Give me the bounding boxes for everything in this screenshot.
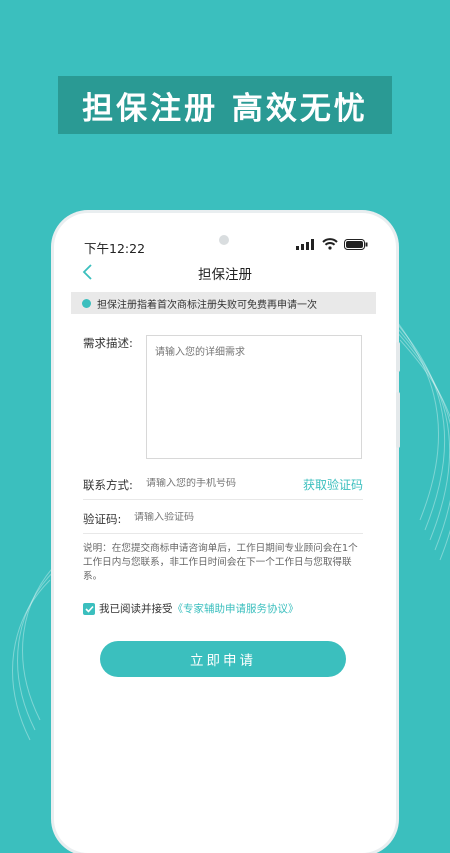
camera-icon xyxy=(219,235,229,245)
phone-side-button xyxy=(396,392,400,448)
apply-now-button[interactable]: 立即申请 xyxy=(100,641,346,677)
wifi-icon xyxy=(322,238,338,250)
notice-bar: 担保注册指着首次商标注册失败可免费再申请一次 xyxy=(71,292,376,314)
promo-banner: 担保注册 高效无忧 xyxy=(58,76,392,134)
agreement-row: 我已阅读并接受 《专家辅助申请服务协议》 xyxy=(83,601,299,616)
phone-side-button xyxy=(396,342,400,372)
contact-label: 联系方式: xyxy=(83,478,133,492)
agreement-checkbox[interactable] xyxy=(83,602,95,615)
page-title: 担保注册 xyxy=(198,267,252,283)
agreement-text: 我已阅读并接受 xyxy=(99,603,173,615)
signal-icon xyxy=(296,238,314,250)
banner-title: 担保注册 高效无忧 xyxy=(82,90,368,127)
check-icon xyxy=(84,605,94,613)
note-text: 说明：在您提交商标申请咨询单后，工作日期间专业顾问会在1个工作日内与您联系，非工… xyxy=(83,543,358,582)
divider xyxy=(83,533,363,534)
status-time: 下午12:22 xyxy=(84,241,146,256)
phone-input[interactable] xyxy=(146,478,296,489)
agreement-link[interactable]: 《专家辅助申请服务协议》 xyxy=(173,601,299,616)
divider xyxy=(83,499,363,500)
apply-now-label: 立即申请 xyxy=(190,653,256,669)
app-screen: 下午12:22 担保注册 担保注册指着首次商标注册失败可免费再申请一次 需求描述… xyxy=(68,232,382,802)
code-label: 验证码: xyxy=(83,512,122,526)
requirement-label: 需求描述: xyxy=(83,336,133,350)
requirement-textarea[interactable] xyxy=(146,335,362,459)
notice-dot-icon xyxy=(82,298,91,308)
notice-text: 担保注册指着首次商标注册失败可免费再申请一次 xyxy=(97,299,317,311)
code-input[interactable] xyxy=(134,512,284,523)
battery-icon xyxy=(344,238,368,250)
status-icons xyxy=(296,238,368,250)
get-code-button[interactable]: 获取验证码 xyxy=(303,476,363,493)
